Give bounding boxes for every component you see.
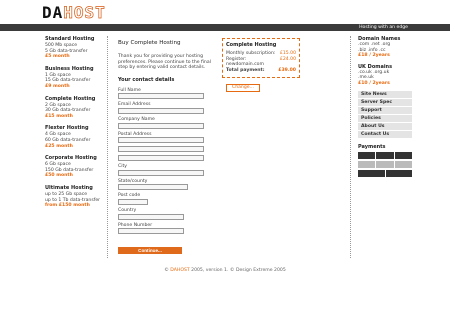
payment-cards-row	[358, 151, 412, 159]
payment-card-logo	[394, 151, 412, 159]
order-label: Register: newdomain.com	[226, 56, 264, 68]
contact-heading: Your contact details	[118, 76, 175, 83]
footer-brand[interactable]: DAHOST	[170, 268, 189, 273]
change-button[interactable]: Change...	[226, 84, 260, 93]
order-title: Complete Hosting	[226, 42, 277, 48]
plan-title: Corporate Hosting	[45, 155, 97, 162]
left-divider	[107, 36, 108, 258]
plan-standard[interactable]: Standard Hosting 500 Mb space 5 Gb data-…	[45, 36, 102, 60]
site-logo[interactable]: DA HOST	[42, 3, 106, 23]
payment-card-logo	[376, 151, 394, 159]
logo-da: DA	[42, 3, 64, 22]
city-field[interactable]	[118, 169, 204, 176]
plan-price: £25 month	[45, 143, 73, 149]
payment-card-logo	[385, 169, 412, 177]
postal-address-field-2[interactable]	[118, 146, 204, 153]
nav-site-news[interactable]: Site News	[358, 90, 412, 99]
nav-about-us[interactable]: About Us	[358, 122, 412, 131]
contact-form: Buy Complete Hosting Thank you for provi…	[118, 40, 218, 256]
plans-sidebar: Standard Hosting 500 Mb space 5 Gb data-…	[45, 36, 102, 215]
order-price: £24.00	[279, 56, 296, 62]
postal-address-field-1[interactable]	[118, 137, 204, 144]
order-row-register: Register: newdomain.com £24.00	[226, 57, 296, 68]
payment-cards-row	[358, 160, 412, 168]
plan-price: £5 month	[45, 54, 70, 60]
nav-policies[interactable]: Policies	[358, 114, 412, 123]
order-summary: Complete Hosting Monthly subscription: £…	[222, 38, 300, 93]
total-label: Total payment:	[226, 67, 265, 73]
plan-complete[interactable]: Complete Hosting 2 Gb space 30 Gb data-t…	[45, 96, 102, 120]
uk-domains-price: £10 / 2years	[358, 80, 390, 86]
payment-card-logo	[358, 169, 385, 177]
nav-server-spec[interactable]: Server Spec	[358, 98, 412, 107]
phone-field[interactable]	[118, 228, 184, 235]
payments-title: Payments	[358, 143, 386, 150]
state-field[interactable]	[118, 184, 188, 191]
plan-business[interactable]: Business Hosting 1 Gb space 15 Gb data-t…	[45, 66, 102, 90]
payment-cards-row	[358, 169, 412, 177]
payment-card-logo	[358, 160, 376, 168]
plan-corporate[interactable]: Corporate Hosting 6 Gb space 150 Gb data…	[45, 155, 102, 179]
intro-text: Thank you for providing your hosting pre…	[118, 54, 211, 71]
tagline: Hosting with an edge	[359, 25, 408, 30]
footer: © DAHOST 2005, version 1. © Design Extre…	[0, 268, 450, 274]
continue-button[interactable]: Continue...	[118, 247, 182, 255]
total-price: £39.00	[278, 67, 296, 73]
plan-ultimate[interactable]: Ultimate Hosting up to 25 Gb space up to…	[45, 185, 102, 209]
plan-title: Ultimate Hosting	[45, 184, 93, 191]
payments-section: Payments	[358, 144, 412, 177]
payment-card-logo	[358, 151, 376, 159]
plan-title: Business Hosting	[45, 65, 94, 72]
post-code-field[interactable]	[118, 198, 148, 205]
footer-text: 2005, version 1. © Design Extreme 2005	[189, 268, 286, 273]
plan-price: £15 month	[45, 113, 73, 119]
full-name-field[interactable]	[118, 93, 204, 100]
plan-price: from £150 month	[45, 203, 90, 209]
plan-title: Standard Hosting	[45, 36, 95, 42]
plan-title: Flexter Hosting	[45, 125, 89, 132]
right-divider	[350, 36, 351, 258]
plan-title: Complete Hosting	[45, 95, 96, 102]
nav-support[interactable]: Support	[358, 106, 412, 115]
page-title: Buy Complete Hosting	[118, 40, 181, 46]
payment-card-logo	[376, 160, 394, 168]
postal-address-field-3[interactable]	[118, 155, 204, 162]
nav-contact-us[interactable]: Contact Us	[358, 130, 412, 139]
logo-host: HOST	[63, 3, 106, 23]
order-row-total: Total payment: £39.00	[226, 68, 296, 74]
plan-price: £50 month	[45, 173, 73, 179]
post-code-label: Post code	[118, 193, 141, 199]
site-nav: Site News Server Spec Support Policies A…	[358, 90, 412, 139]
company-field[interactable]	[118, 122, 204, 129]
payment-card-logo	[394, 160, 412, 168]
plan-price: £9 month	[45, 83, 70, 89]
email-field[interactable]	[118, 107, 204, 114]
right-sidebar: Domain Names .com .net .org .biz .info .…	[358, 36, 412, 177]
plan-flexter[interactable]: Flexter Hosting 4 Gb space 60 Gb data-tr…	[45, 125, 102, 149]
country-field[interactable]	[118, 213, 184, 220]
